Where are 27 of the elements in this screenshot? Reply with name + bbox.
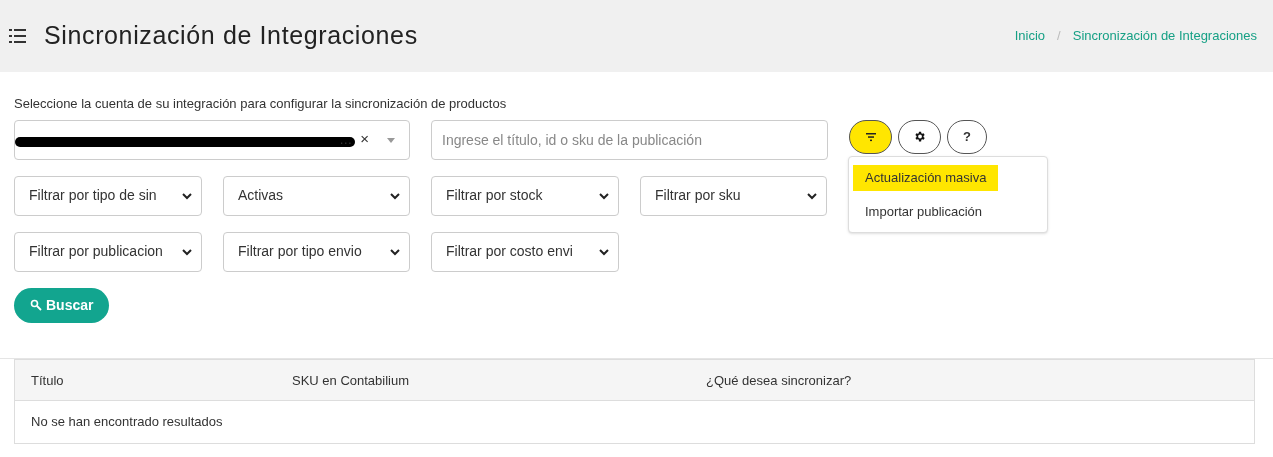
filter-select[interactable]: Activas xyxy=(223,175,410,216)
help-button[interactable]: ? xyxy=(947,119,987,154)
breadcrumb-separator: / xyxy=(1057,27,1061,46)
settings-button[interactable] xyxy=(898,119,941,154)
menu-item[interactable]: Actualización masiva xyxy=(853,165,999,191)
filter-button[interactable] xyxy=(849,119,892,154)
list-icon xyxy=(8,26,28,46)
column-header: Título xyxy=(31,372,64,388)
page-title: Sincronización de Integraciones xyxy=(44,20,418,52)
search-icon xyxy=(30,299,42,311)
field-label: Seleccione la cuenta de su integración para configurar la sincronización de productos xyxy=(14,95,508,113)
search-field[interactable]: Ingrese el título, id o sku de la publicación xyxy=(431,119,828,160)
menu-item[interactable]: Importar publicación xyxy=(853,198,995,224)
account-select[interactable]: … × xyxy=(14,119,410,160)
filter-select[interactable]: Filtrar por tipo de sin xyxy=(14,175,202,216)
empty-message: No se han encontrado resultados xyxy=(31,412,223,431)
filter-icon xyxy=(864,130,877,143)
clear-icon[interactable]: × xyxy=(360,128,369,151)
filter-select[interactable]: Filtrar por tipo envio xyxy=(223,231,410,272)
settings-icon xyxy=(913,130,926,143)
column-header: SKU en Contabilium xyxy=(292,372,410,388)
filter-select[interactable]: Filtrar por sku xyxy=(640,175,827,216)
filter-select[interactable]: Filtrar por publicacion xyxy=(14,231,202,272)
filter-select[interactable]: Filtrar por stock xyxy=(431,175,619,216)
column-header: ¿Qué desea sincronizar? xyxy=(706,372,852,388)
filter-select[interactable]: Filtrar por costo envi xyxy=(431,231,619,272)
select-value: … xyxy=(339,130,353,149)
